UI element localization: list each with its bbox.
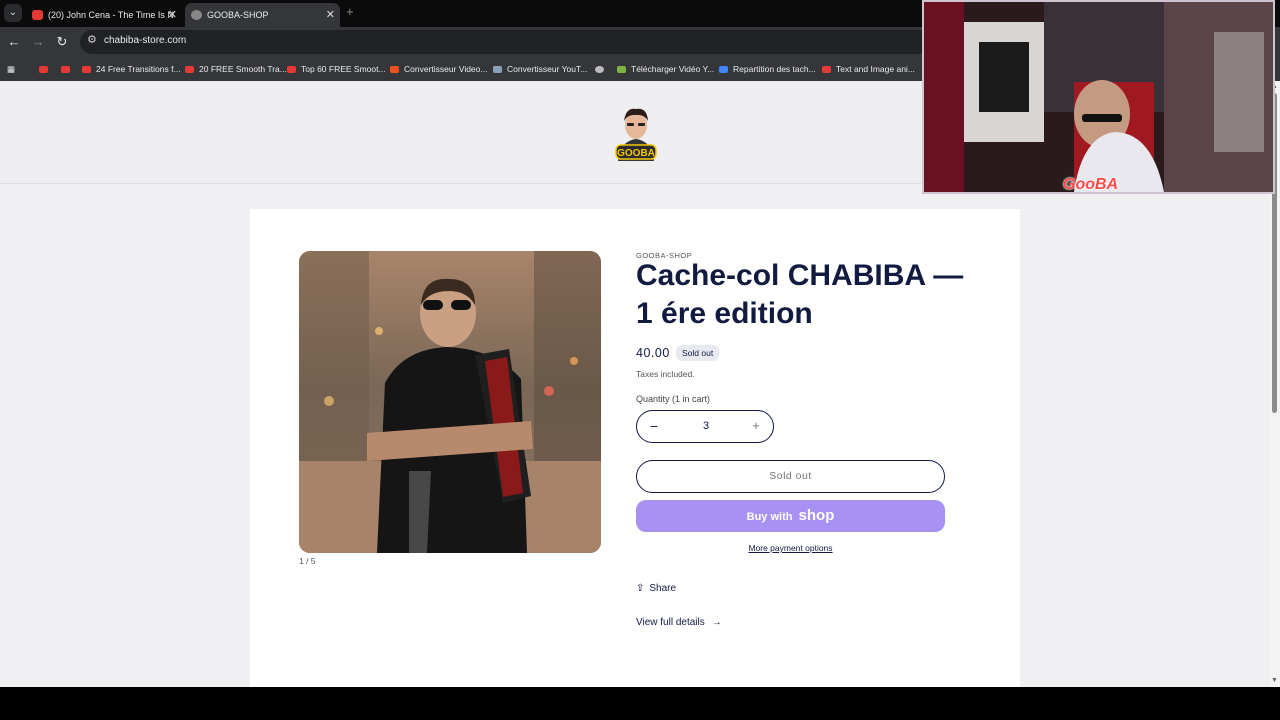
quantity-stepper: − 3 + [636, 410, 774, 443]
details-label: View full details [636, 617, 705, 628]
close-icon[interactable]: ✕ [326, 3, 335, 27]
youtube-icon [61, 66, 70, 73]
webcam-overlay [922, 0, 1275, 194]
tab-gooba-shop[interactable]: GOOBA-SHOP ✕ [185, 3, 340, 27]
download-icon [617, 66, 626, 73]
add-to-cart-button[interactable]: Sold out [636, 460, 945, 493]
bookmark-item[interactable] [61, 61, 75, 77]
youtube-icon [82, 66, 91, 73]
tab-search-button[interactable]: ⌄ [4, 4, 22, 22]
site-info-icon[interactable]: ⚙ [87, 33, 97, 46]
arrow-right-icon: → [711, 617, 722, 628]
forward-icon[interactable]: → [29, 33, 47, 51]
bookmark-item[interactable]: 24 Free Transitions f... [82, 61, 181, 77]
media-counter: 1 / 5 [299, 556, 316, 566]
product-card: 1 / 5 GOOBA-SHOP Cache-col CHABIBA — 1 é… [250, 209, 1020, 687]
bookmark-item[interactable]: Convertisseur YouT... [493, 61, 587, 77]
bookmark-item[interactable]: Télécharger Vidéo Y... [617, 61, 714, 77]
more-payment-options-link[interactable]: More payment options [636, 543, 945, 553]
taxes-note: Taxes included. [636, 369, 695, 379]
product-price: 40.00 [636, 346, 670, 360]
product-image[interactable] [299, 251, 601, 553]
tab-title: (20) John Cena - The Time Is N [48, 10, 174, 20]
back-icon[interactable]: ← [5, 33, 23, 51]
youtube-icon [39, 66, 48, 73]
view-full-details-link[interactable]: View full details → [636, 617, 722, 628]
close-icon[interactable]: ✕ [168, 3, 177, 27]
youtube-icon [185, 66, 194, 73]
quantity-increase-button[interactable]: + [749, 419, 763, 433]
globe-icon [595, 66, 604, 73]
logo-text: GOOBA [617, 148, 655, 159]
streamer-badge: GooBA [1063, 176, 1119, 193]
converter-icon [493, 66, 502, 73]
tab-title: GOOBA-SHOP [207, 10, 269, 20]
product-title: Cache-col CHABIBA — 1 ére edition [636, 259, 964, 330]
scroll-down-icon[interactable]: ▼ [1271, 677, 1278, 684]
bookmark-item[interactable] [595, 61, 609, 77]
new-tab-button[interactable]: + [346, 4, 354, 19]
shop-pay-button[interactable]: Buy with shop [636, 500, 945, 532]
bookmark-item[interactable]: 20 FREE Smooth Tra... [185, 61, 287, 77]
docs-icon [719, 66, 728, 73]
quantity-label: Quantity (1 in cart) [636, 394, 711, 404]
globe-icon [191, 10, 202, 20]
youtube-icon [32, 10, 43, 20]
youtube-icon [287, 66, 296, 73]
quantity-decrease-button[interactable]: − [647, 419, 661, 433]
shop-pay-logo: shop [798, 507, 835, 524]
sold-out-badge: Sold out [676, 345, 720, 361]
quantity-input[interactable]: 3 [677, 420, 735, 432]
share-icon: ⇪ [636, 583, 645, 594]
bookmark-item[interactable]: Repartition des tach... [719, 61, 816, 77]
tab-youtube[interactable]: (20) John Cena - The Time Is N ✕ [26, 3, 182, 27]
taskbar-strip [0, 687, 1280, 720]
bookmark-item[interactable] [39, 61, 53, 77]
z-icon [390, 66, 399, 73]
bookmark-item[interactable]: Convertisseur Video... [390, 61, 487, 77]
address-bar[interactable]: ⚙ chabiba-store.com [80, 30, 930, 54]
bookmark-item[interactable]: Text and Image ani... [822, 61, 915, 77]
reload-icon[interactable]: ↻ [53, 33, 71, 51]
youtube-icon [822, 66, 831, 73]
url-text: chabiba-store.com [104, 35, 187, 46]
bookmark-item[interactable]: Top 60 FREE Smoot... [287, 61, 386, 77]
share-button[interactable]: ⇪ Share [636, 583, 676, 594]
share-label: Share [649, 583, 677, 594]
store-logo[interactable]: GOOBA [610, 105, 662, 165]
buy-with-label: Buy with [746, 511, 793, 523]
apps-icon[interactable]: ▦ [7, 61, 15, 77]
